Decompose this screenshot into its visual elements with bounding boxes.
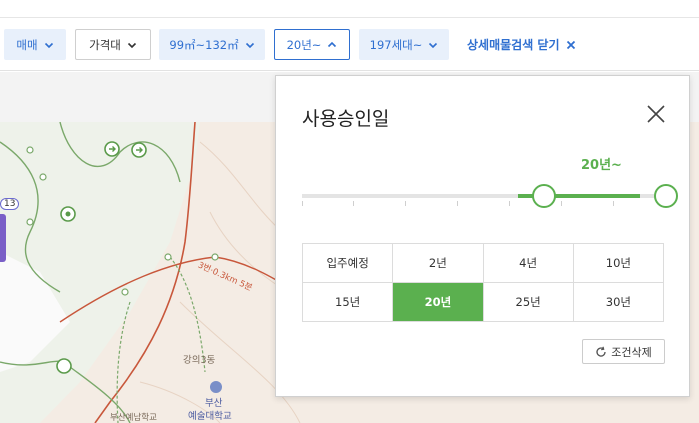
chevron-up-icon [328,41,337,47]
range-value: 20년~ [581,158,622,173]
area-label: 99㎡~132㎡ [169,37,239,52]
map-label-dorm: 강의3동 [183,355,216,366]
slider-min-thumb[interactable] [532,184,556,208]
age-option[interactable]: 4년 [483,244,574,283]
slider-tick [353,201,354,206]
chevron-down-icon [245,42,254,48]
slider-tick [302,201,303,206]
price-filter[interactable]: 가격대 [75,29,151,60]
reset-conditions-button[interactable]: 조건삭제 [582,339,665,364]
age-options-grid: 입주예정 2년 4년 10년 15년 20년 25년 30년 [302,243,664,322]
age-option[interactable]: 25년 [483,283,574,322]
map-label-school-2: 부산예남학교 [110,413,157,423]
age-option-selected[interactable]: 20년 [393,283,484,322]
map-label-school-name: 예술대학교 [188,411,232,422]
refresh-icon [596,346,606,357]
households-filter[interactable]: 197세대~ [359,29,449,60]
map-label-school: 부산 [205,398,223,409]
chevron-down-icon [429,42,438,48]
close-icon [566,40,575,49]
price-label: 가격대 [89,37,121,52]
reset-label: 조건삭제 [611,345,652,359]
trade-type-filter[interactable]: 매매 [4,29,66,60]
age-filter[interactable]: 20년~ [274,29,350,60]
age-label: 20년~ [286,37,322,52]
slider-tick [613,201,614,206]
approval-date-popup: 사용승인일 20년~ 입주예정 2년 4년 10년 15년 20년 25년 30… [275,75,690,397]
slider-tick [457,201,458,206]
close-detail-search-link[interactable]: 상세매물검색 닫기 [467,29,576,60]
filter-bar: 매매 가격대 99㎡~132㎡ 20년~ 197세대~ 상세매물검색 닫기 [0,19,699,71]
close-detail-label: 상세매물검색 닫기 [467,38,560,52]
slider-tick [405,201,406,206]
slider-tick [509,201,510,206]
top-strip [0,0,699,18]
popup-title: 사용승인일 [302,108,390,130]
chevron-down-icon [127,42,136,48]
slider-tick [561,201,562,206]
households-label: 197세대~ [369,37,423,52]
building-number-badge: 13 [0,198,20,210]
slider-max-thumb[interactable] [654,184,678,208]
age-option[interactable]: 2년 [393,244,484,283]
age-option[interactable]: 입주예정 [303,244,394,283]
area-filter[interactable]: 99㎡~132㎡ [159,29,265,60]
age-option[interactable]: 30년 [573,283,664,322]
chevron-down-icon [44,42,53,48]
age-option[interactable]: 15년 [303,283,394,322]
close-icon[interactable] [644,102,668,126]
trade-type-label: 매매 [16,37,38,52]
age-option[interactable]: 10년 [573,244,664,283]
